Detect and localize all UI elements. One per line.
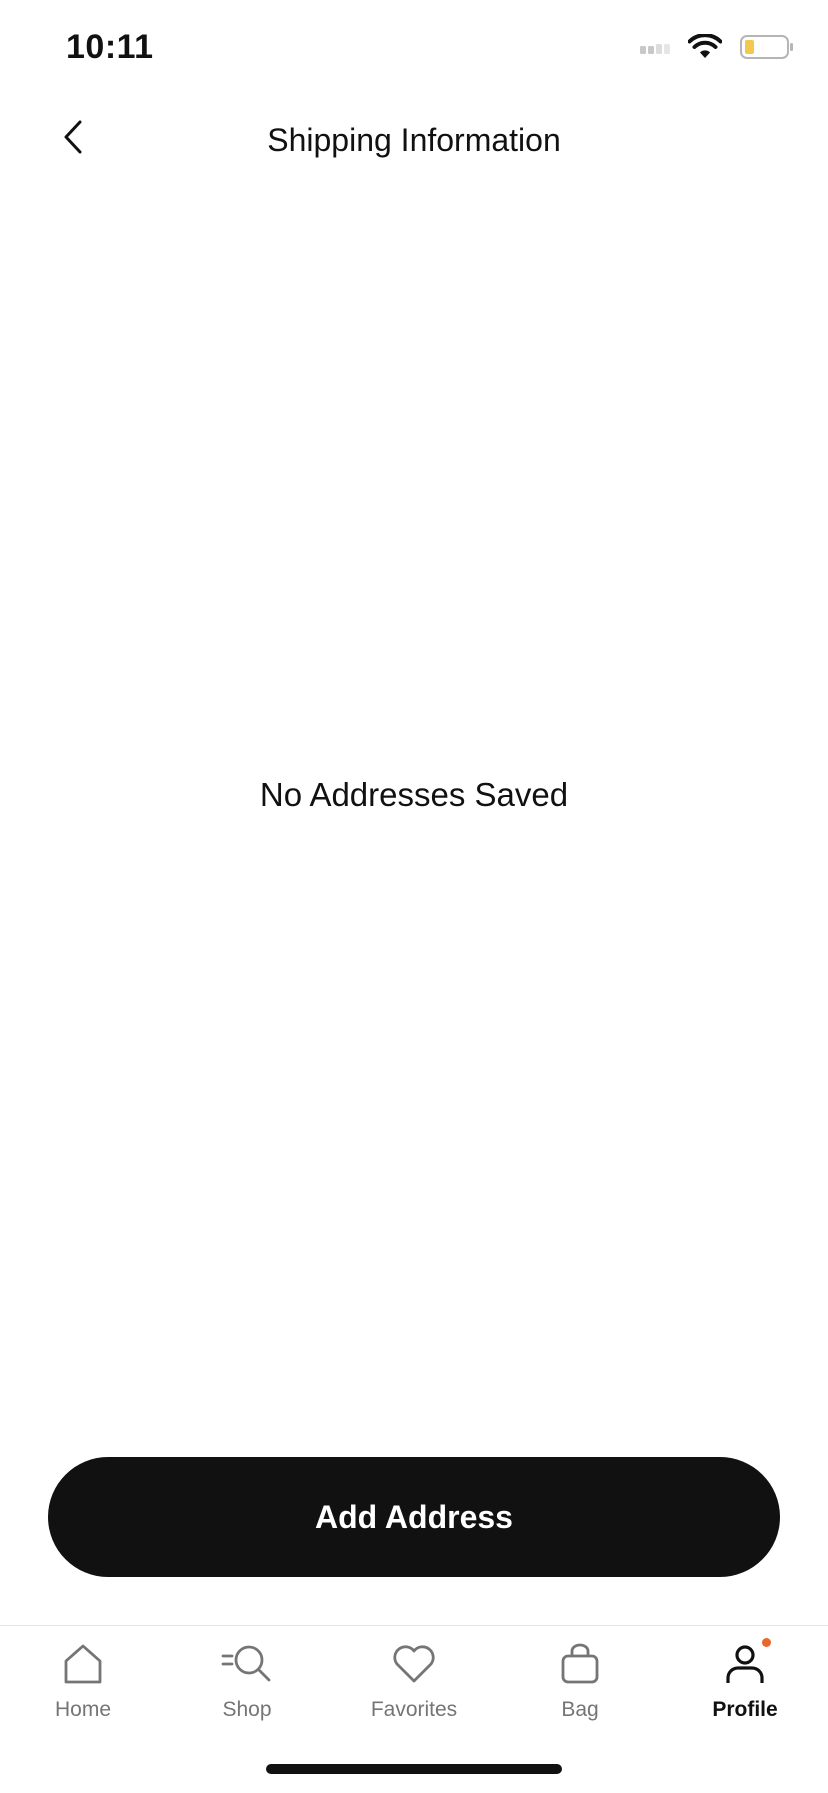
bag-icon	[552, 1636, 608, 1692]
nav-header: Shipping Information	[0, 100, 828, 180]
tab-bag[interactable]: Bag	[497, 1636, 663, 1746]
cellular-signal-icon	[640, 40, 670, 59]
wifi-icon	[687, 33, 723, 65]
tab-shop[interactable]: Shop	[164, 1636, 330, 1746]
notification-dot	[762, 1638, 771, 1647]
tab-label: Bag	[561, 1698, 599, 1721]
tab-label: Shop	[222, 1698, 272, 1721]
profile-icon	[717, 1636, 773, 1692]
tab-profile[interactable]: Profile	[662, 1636, 828, 1746]
tab-favorites[interactable]: Favorites	[331, 1636, 497, 1746]
heart-icon	[386, 1636, 442, 1692]
page-title: Shipping Information	[267, 122, 561, 158]
home-indicator	[266, 1764, 562, 1774]
home-icon	[55, 1636, 111, 1692]
status-icons	[640, 33, 794, 65]
battery-icon	[740, 34, 794, 65]
empty-state-message: No Addresses Saved	[259, 776, 569, 813]
search-icon	[219, 1636, 275, 1692]
status-bar: 10:11	[0, 0, 828, 100]
add-address-button[interactable]: Add Address	[48, 1457, 780, 1577]
tab-label: Profile	[712, 1698, 778, 1721]
tab-label: Favorites	[370, 1698, 458, 1721]
tab-home[interactable]: Home	[0, 1636, 166, 1746]
status-time: 10:11	[66, 28, 154, 66]
tab-label: Home	[54, 1698, 112, 1721]
